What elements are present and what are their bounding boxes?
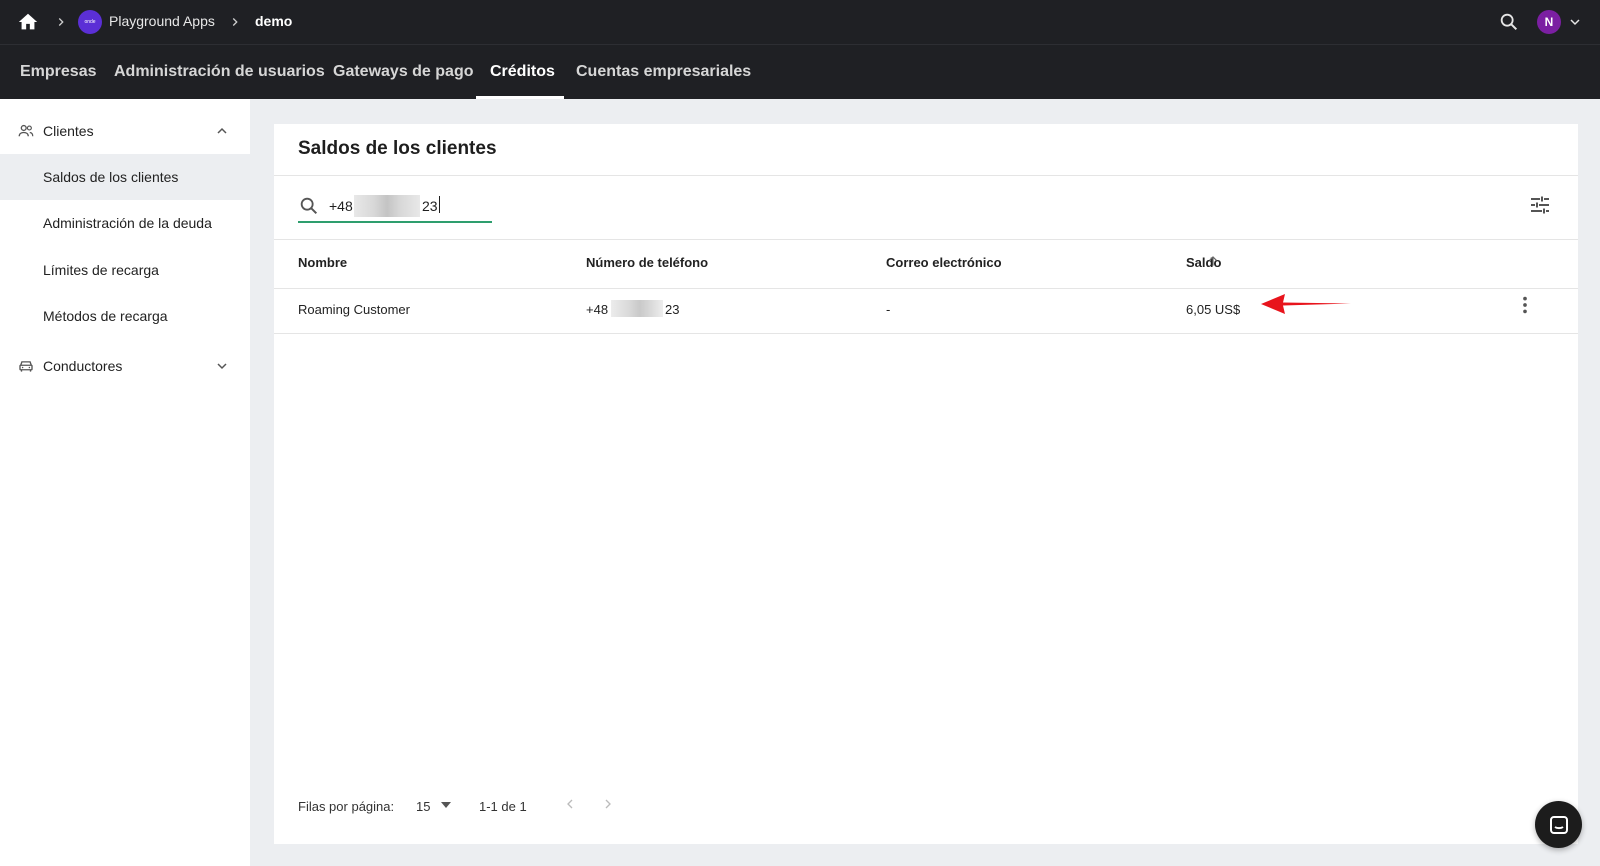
chat-icon — [1549, 815, 1568, 834]
sidebar-item-label: Administración de la deuda — [43, 215, 212, 231]
tab-gateways-pago[interactable]: Gateways de pago — [333, 63, 474, 81]
filter-settings-icon[interactable] — [1528, 193, 1552, 217]
search-icon — [300, 197, 318, 215]
column-header-telefono[interactable]: Número de teléfono — [586, 255, 708, 270]
chevron-right-icon — [58, 18, 64, 26]
tab-cuentas-empresariales[interactable]: Cuentas empresariales — [576, 63, 751, 81]
avatar-initial: N — [1544, 15, 1554, 29]
app-logo-text: onde — [84, 19, 96, 25]
divider — [274, 288, 1578, 289]
cell-phone-suffix: 23 — [665, 302, 680, 317]
more-options-icon[interactable] — [1514, 294, 1536, 316]
annotation-arrow — [1261, 294, 1351, 314]
divider — [274, 239, 1578, 240]
sidebar-item-deuda[interactable]: Administración de la deuda — [0, 200, 250, 246]
sidebar-group-label: Clientes — [43, 123, 94, 139]
tab-creditos[interactable]: Créditos — [490, 63, 555, 81]
chevron-right-icon[interactable] — [600, 794, 616, 814]
rows-per-page-select[interactable]: 15 — [416, 799, 430, 814]
balances-card: Saldos de los clientes 23 Nombre Número … — [274, 124, 1578, 844]
active-tab-indicator — [476, 96, 564, 99]
chat-launcher-button[interactable] — [1535, 801, 1582, 848]
page-title: Saldos de los clientes — [298, 138, 497, 159]
redacted-phone-digits — [611, 300, 663, 317]
cell-email: - — [886, 302, 891, 317]
sidebar-group-label: Conductores — [43, 358, 123, 374]
chevron-down-icon[interactable] — [1567, 14, 1583, 30]
redacted-phone-digits — [354, 195, 420, 217]
dropdown-arrow-icon[interactable] — [440, 800, 452, 810]
sidebar-group-conductores[interactable]: Conductores — [0, 346, 250, 386]
main-nav: Empresas Administración de usuarios Gate… — [0, 44, 1600, 99]
divider — [274, 333, 1578, 334]
chevron-down-icon — [217, 363, 227, 370]
search-icon[interactable] — [1498, 11, 1520, 33]
chevron-left-icon[interactable] — [562, 794, 578, 814]
text-cursor — [439, 196, 440, 213]
avatar[interactable]: N — [1537, 10, 1561, 34]
pagination-range: 1-1 de 1 — [479, 799, 527, 814]
sidebar-item-label: Límites de recarga — [43, 262, 159, 278]
breadcrumb-app-name[interactable]: Playground Apps — [109, 13, 215, 29]
column-header-correo[interactable]: Correo electrónico — [886, 255, 1002, 270]
rows-per-page-label: Filas por página: — [298, 799, 395, 814]
column-header-nombre[interactable]: Nombre — [298, 255, 347, 270]
tab-empresas[interactable]: Empresas — [20, 63, 97, 81]
sidebar-group-clientes[interactable]: Clientes — [0, 111, 250, 151]
sidebar-item-label: Métodos de recarga — [43, 308, 168, 324]
cell-phone-prefix: +48 — [586, 302, 609, 317]
tab-administracion-usuarios[interactable]: Administración de usuarios — [114, 63, 325, 81]
divider — [274, 175, 1578, 176]
sidebar-item-metodos[interactable]: Métodos de recarga — [0, 293, 250, 339]
sidebar-item-limites[interactable]: Límites de recarga — [0, 247, 250, 293]
chevron-up-icon — [217, 127, 227, 134]
cell-balance: 6,05 US$ — [1186, 302, 1241, 317]
car-icon — [19, 361, 33, 372]
app-logo[interactable]: onde — [78, 10, 102, 34]
top-bar: onde Playground Apps demo N — [0, 0, 1600, 44]
breadcrumb-current[interactable]: demo — [255, 13, 292, 29]
home-icon[interactable] — [17, 11, 39, 33]
search-value-suffix: 23 — [422, 198, 438, 214]
chevron-right-icon — [232, 18, 238, 26]
sidebar-item-saldos[interactable]: Saldos de los clientes — [0, 154, 250, 200]
cell-name: Roaming Customer — [298, 302, 410, 317]
people-icon — [18, 124, 34, 137]
sidebar-item-label: Saldos de los clientes — [43, 169, 179, 185]
sort-ascending-icon[interactable] — [1206, 254, 1220, 268]
sidebar: Clientes Saldos de los clientes Administ… — [0, 99, 250, 866]
search-field[interactable]: 23 — [298, 191, 492, 223]
